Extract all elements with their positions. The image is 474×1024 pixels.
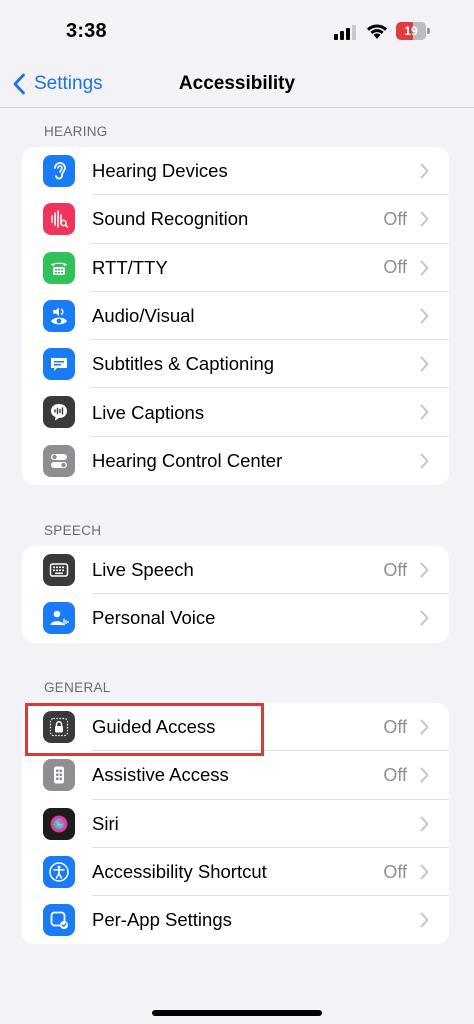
tty-icon xyxy=(43,251,75,284)
chevron-right-icon xyxy=(420,912,429,928)
chevron-right-icon xyxy=(420,864,429,880)
row-value: Off xyxy=(383,208,407,229)
chevron-right-icon xyxy=(420,211,429,227)
audio-visual-icon xyxy=(43,299,75,332)
row-label: Hearing Control Center xyxy=(92,449,283,471)
hearing-group: Hearing Devices Sound Recognition Off RT… xyxy=(22,147,449,486)
row-live-speech[interactable]: Live Speech Off xyxy=(22,546,449,595)
row-label: Audio/Visual xyxy=(92,305,195,327)
personal-voice-icon xyxy=(43,602,75,635)
row-value: Off xyxy=(383,861,407,882)
chevron-right-icon xyxy=(420,308,429,324)
screen: 3:38 19 Settings Accessibility HEARING H… xyxy=(0,0,474,1024)
wifi-icon xyxy=(367,24,387,39)
chevron-right-icon xyxy=(420,163,429,179)
siri-icon xyxy=(43,807,75,840)
toggles-icon xyxy=(43,444,75,477)
row-value: Off xyxy=(383,257,407,278)
row-value: Off xyxy=(383,559,407,580)
navigation-bar: Settings Accessibility xyxy=(0,60,474,108)
row-audio-visual[interactable]: Audio/Visual xyxy=(22,292,449,341)
chevron-right-icon xyxy=(420,404,429,420)
section-header-hearing: HEARING xyxy=(44,124,108,139)
row-personal-voice[interactable]: Personal Voice xyxy=(22,594,449,642)
row-hearing-devices[interactable]: Hearing Devices xyxy=(22,147,449,196)
chevron-right-icon xyxy=(420,816,429,832)
keyboard-icon xyxy=(43,554,75,586)
row-label: Per-App Settings xyxy=(92,909,232,931)
section-header-speech: SPEECH xyxy=(44,523,102,538)
row-label: Accessibility Shortcut xyxy=(92,861,267,883)
chevron-right-icon xyxy=(420,719,429,735)
per-app-icon xyxy=(43,904,75,937)
row-label: Live Captions xyxy=(92,401,205,423)
status-time: 3:38 xyxy=(66,20,107,42)
row-live-captions[interactable]: Live Captions xyxy=(22,388,449,437)
row-label: Siri xyxy=(92,812,119,834)
row-label: Sound Recognition xyxy=(92,208,249,230)
cellular-signal-icon xyxy=(334,24,358,40)
row-value: Off xyxy=(383,716,407,737)
speech-group: Live Speech Off Personal Voice xyxy=(22,546,449,643)
battery-level: 19 xyxy=(404,24,418,38)
battery-icon: 19 xyxy=(396,22,430,40)
chevron-right-icon xyxy=(420,453,429,469)
row-per-app-settings[interactable]: Per-App Settings xyxy=(22,896,449,944)
row-sound-recognition[interactable]: Sound Recognition Off xyxy=(22,195,449,244)
row-assistive-access[interactable]: Assistive Access Off xyxy=(22,751,449,800)
chevron-right-icon xyxy=(420,767,429,783)
row-hearing-control-center[interactable]: Hearing Control Center xyxy=(22,437,449,485)
page-title: Accessibility xyxy=(178,73,296,94)
accessibility-icon xyxy=(43,855,75,888)
row-label: Assistive Access xyxy=(92,764,229,786)
status-bar: 3:38 19 xyxy=(0,0,474,60)
chevron-right-icon xyxy=(420,562,429,578)
row-rtt-tty[interactable]: RTT/TTY Off xyxy=(22,244,449,292)
home-indicator[interactable] xyxy=(152,1010,322,1016)
chevron-right-icon xyxy=(420,356,429,372)
chevron-right-icon xyxy=(420,610,429,626)
sound-recognition-icon xyxy=(43,203,75,236)
live-captions-icon xyxy=(43,396,75,429)
row-value: Off xyxy=(383,764,407,785)
captions-icon xyxy=(43,348,75,381)
chevron-right-icon xyxy=(420,260,429,276)
assistive-access-icon xyxy=(43,759,75,792)
row-subtitles-captioning[interactable]: Subtitles & Captioning xyxy=(22,340,449,389)
ear-icon xyxy=(43,155,75,187)
row-label: Hearing Devices xyxy=(92,160,228,182)
row-siri[interactable]: Siri xyxy=(22,800,449,848)
section-header-general: GENERAL xyxy=(44,680,111,695)
row-label: RTT/TTY xyxy=(92,256,168,278)
row-label: Live Speech xyxy=(92,559,194,581)
row-accessibility-shortcut[interactable]: Accessibility Shortcut Off xyxy=(22,848,449,897)
highlight-box xyxy=(25,703,264,756)
row-label: Subtitles & Captioning xyxy=(92,353,275,375)
row-label: Personal Voice xyxy=(92,607,216,629)
